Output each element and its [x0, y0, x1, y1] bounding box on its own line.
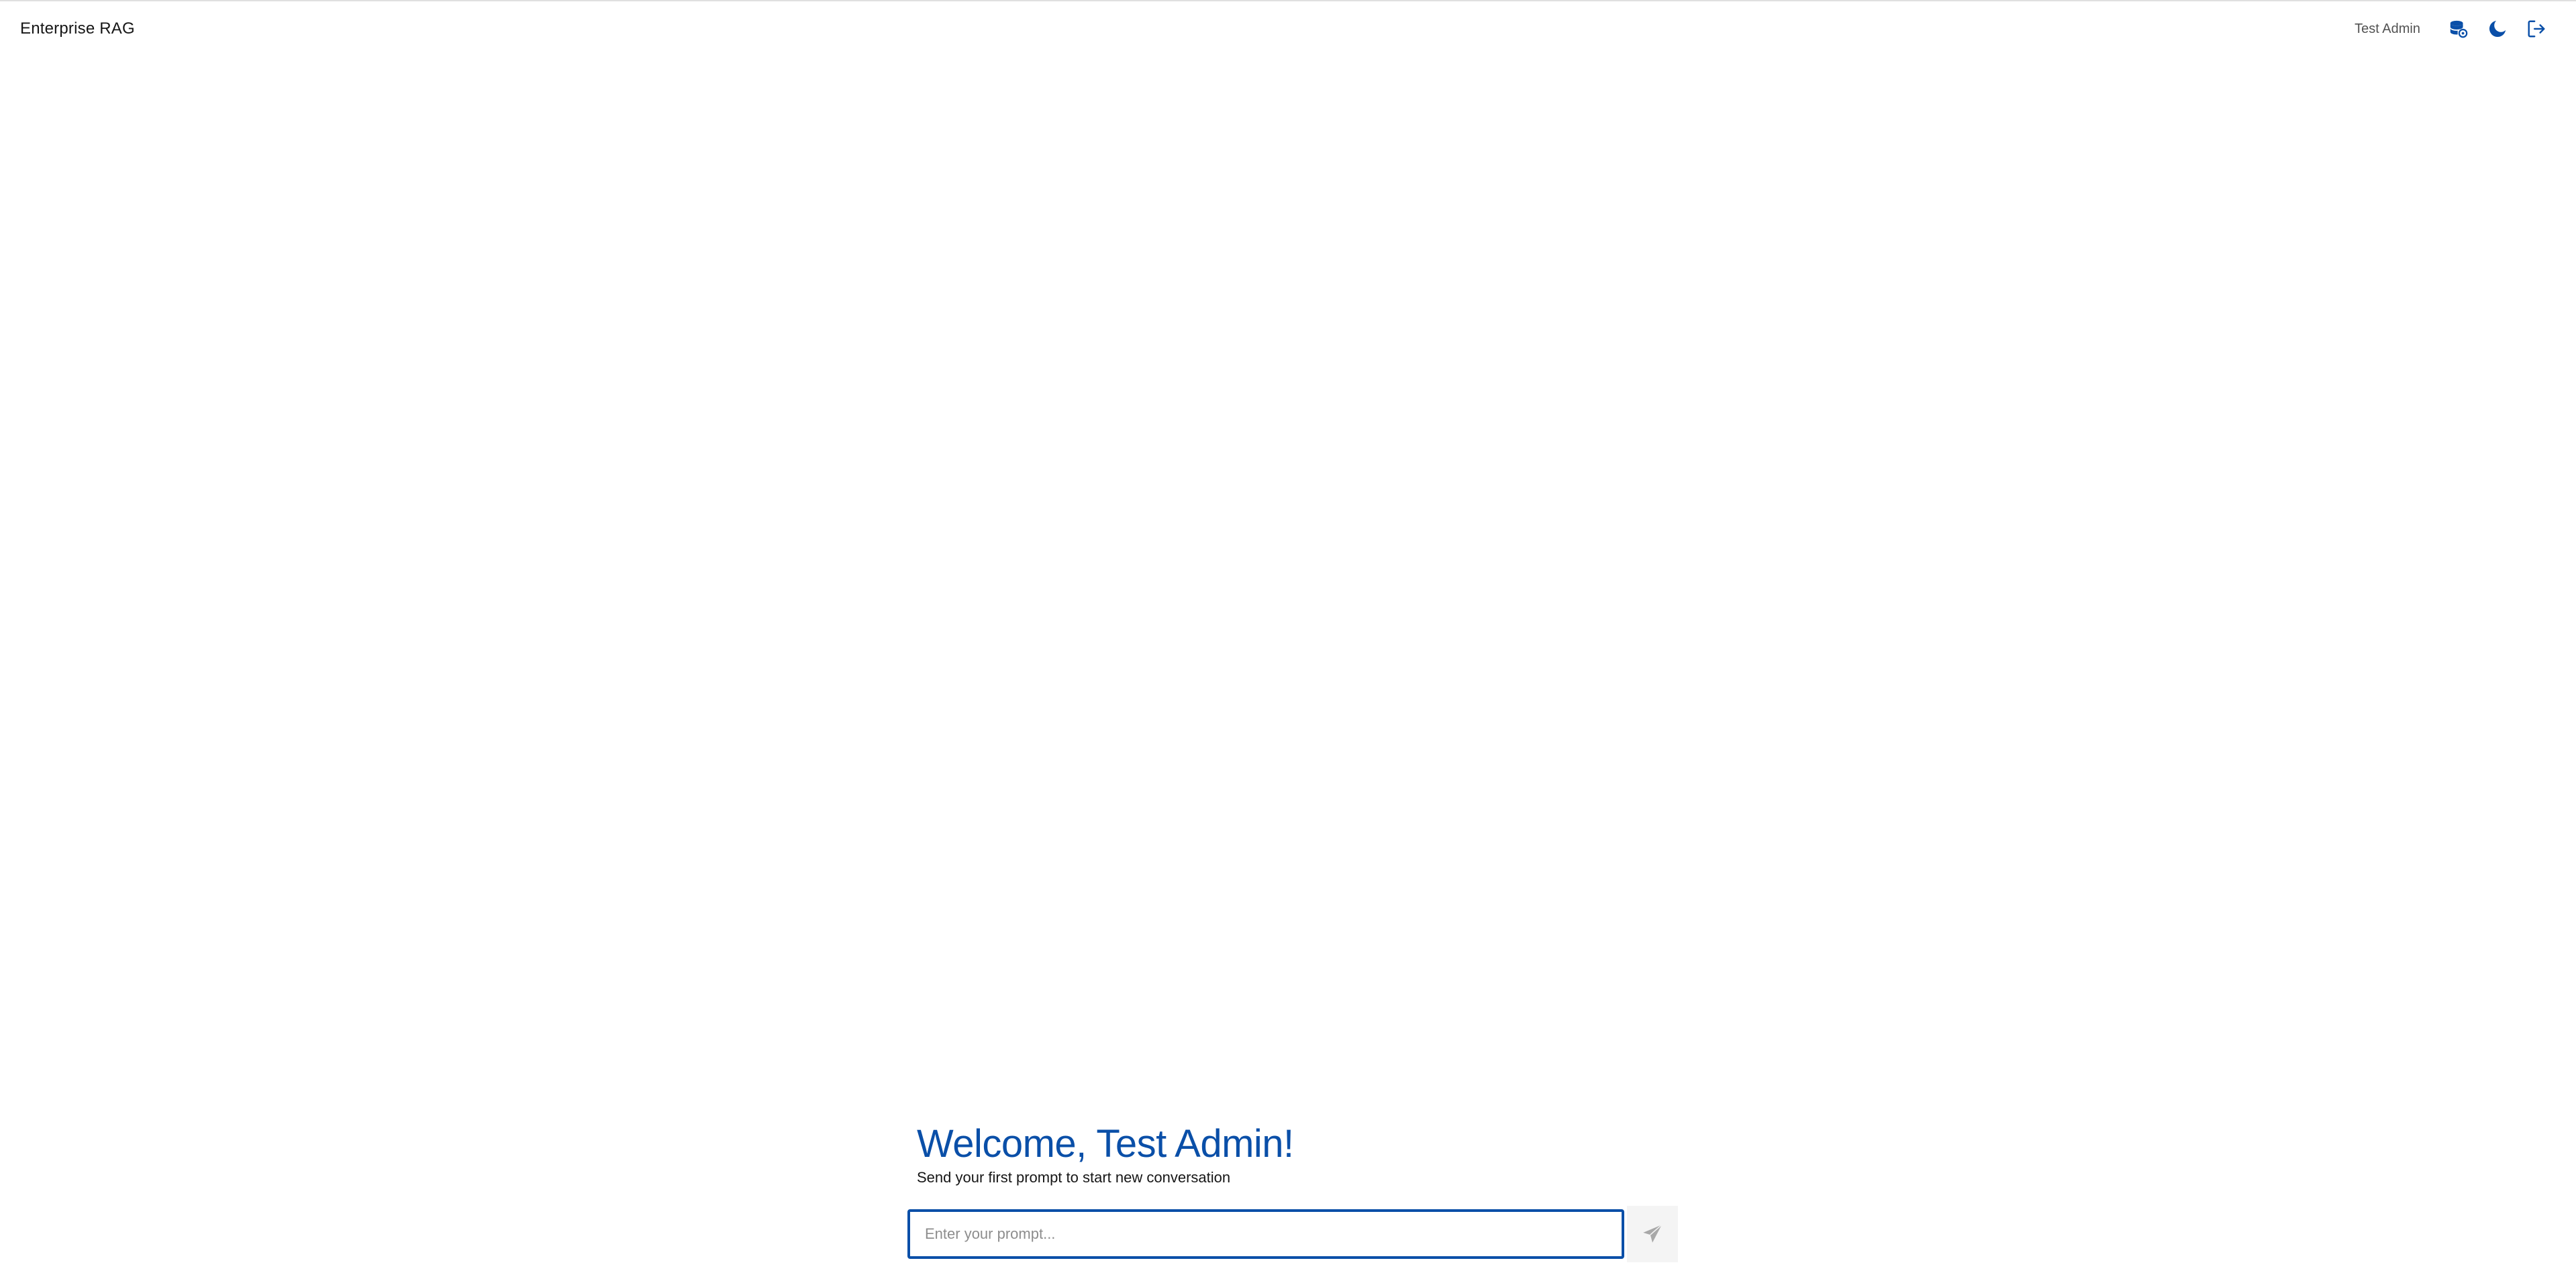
moon-icon: [2489, 20, 2506, 38]
welcome-subtitle: Send your first prompt to start new conv…: [917, 1169, 1231, 1186]
data-ingestion-button[interactable]: [2439, 9, 2478, 48]
username: Test Admin: [2355, 21, 2420, 36]
header-actions: Test Admin: [2355, 9, 2556, 48]
welcome-section: Welcome, Test Admin! Send your first pro…: [917, 1121, 1675, 1186]
prompt-input[interactable]: [907, 1209, 1624, 1259]
send-icon: [1643, 1224, 1663, 1243]
app-header: Enterprise RAG Test Admin: [0, 1, 2576, 56]
send-button[interactable]: [1627, 1206, 1678, 1262]
database-settings-icon: [2450, 20, 2468, 38]
prompt-bar: [907, 1206, 1678, 1262]
app-title: Enterprise RAG: [20, 19, 135, 38]
welcome-title: Welcome, Test Admin!: [917, 1122, 1294, 1166]
logout-button[interactable]: [2517, 9, 2556, 48]
theme-toggle-button[interactable]: [2478, 9, 2517, 48]
logout-icon: [2528, 20, 2545, 38]
